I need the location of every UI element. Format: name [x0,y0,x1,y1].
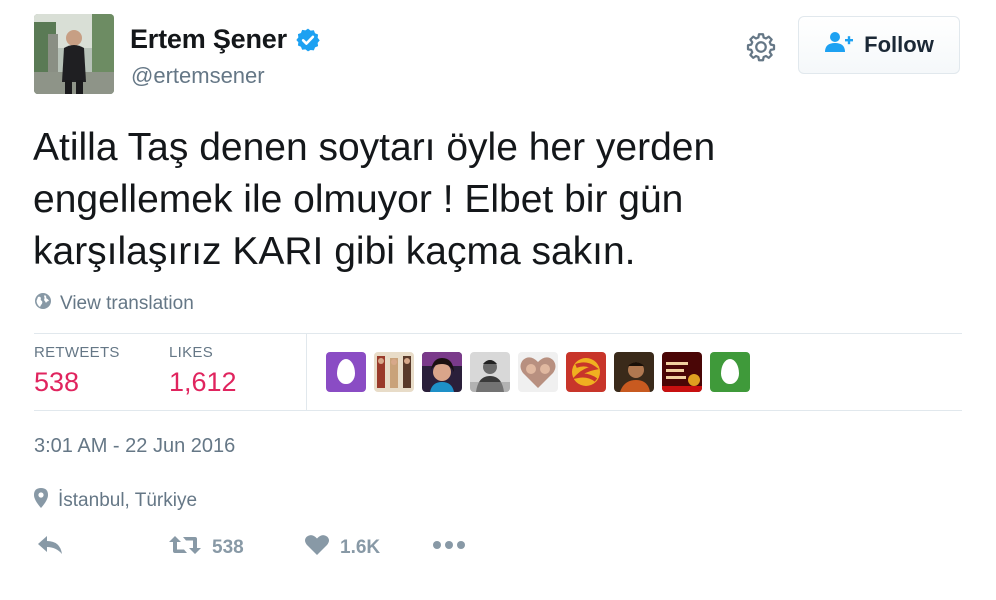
divider [34,333,962,334]
follow-button[interactable]: Follow [798,16,960,74]
view-translation-link[interactable]: View translation [34,292,194,316]
gear-icon[interactable] [744,30,778,64]
liker-avatar[interactable] [470,352,510,392]
like-button[interactable]: 1.6K [304,534,380,562]
tweet-location[interactable]: İstanbul, Türkiye [34,488,197,514]
liker-avatar[interactable] [614,352,654,392]
retweets-count: 538 [34,367,80,397]
profile-avatar[interactable] [34,14,114,94]
liker-avatar[interactable] [326,352,366,392]
reply-button[interactable] [36,534,64,562]
user-handle[interactable]: @ertemsener [131,63,265,89]
liker-avatar[interactable] [566,352,606,392]
add-user-icon [824,31,854,59]
liker-avatar[interactable] [374,352,414,392]
location-pin-icon [34,488,48,514]
liked-by-avatars [326,352,750,392]
liker-avatar[interactable] [422,352,462,392]
likes-stat[interactable]: LIKES 1,612 [169,344,237,398]
divider [306,334,307,410]
more-options-button[interactable] [432,534,466,562]
tweet-text: Atilla Taş denen soytarı öyle her yerden… [33,126,716,273]
liker-avatar[interactable] [710,352,750,392]
like-count: 1.6K [340,537,381,558]
liker-avatar[interactable] [518,352,558,392]
retweet-count: 538 [212,537,244,558]
divider [34,410,962,411]
retweet-icon [168,534,202,562]
location-label: İstanbul, Türkiye [58,490,198,511]
liker-avatar[interactable] [662,352,702,392]
retweets-label: RETWEETS [34,344,120,361]
verified-badge-icon [295,27,321,53]
retweets-stat[interactable]: RETWEETS 538 [34,344,120,398]
view-translation-label: View translation [60,293,194,314]
retweet-button[interactable]: 538 [168,534,244,562]
heart-icon [304,534,330,562]
display-name-row[interactable]: Ertem Şener [130,24,321,55]
reply-icon [36,534,64,562]
tweet-actions: 538 1.6K [0,532,996,562]
display-name[interactable]: Ertem Şener [130,24,287,55]
more-icon [432,534,466,562]
globe-icon [34,292,52,316]
tweet-timestamp[interactable]: 3:01 AM - 22 Jun 2016 [34,435,235,458]
likes-label: LIKES [169,344,214,361]
follow-button-label: Follow [864,32,934,57]
likes-count: 1,612 [169,367,237,397]
